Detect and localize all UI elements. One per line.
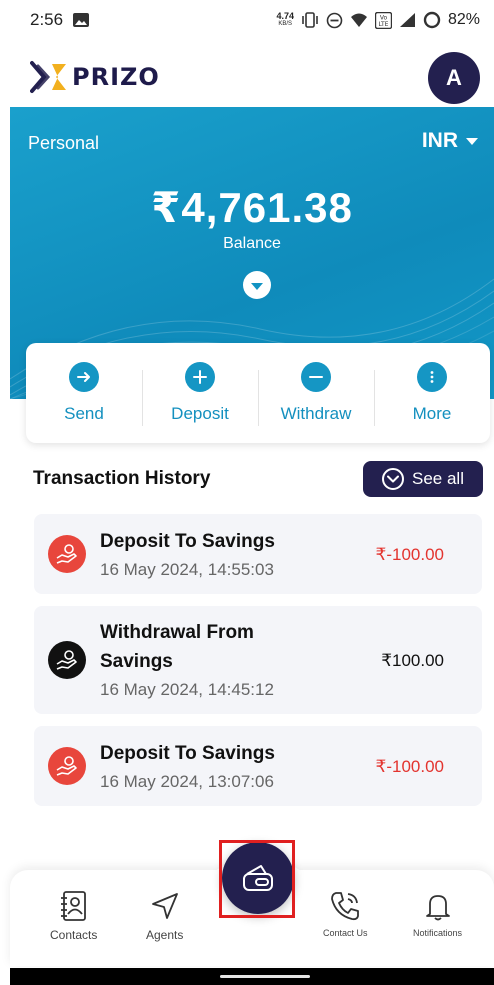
avatar[interactable]: A	[428, 52, 480, 104]
bell-icon	[425, 895, 450, 921]
transaction-history-title: Transaction History	[33, 468, 211, 489]
phone-call-icon	[331, 892, 360, 921]
more-label: More	[412, 404, 452, 423]
nav-agents[interactable]: Agents	[146, 890, 183, 942]
battery-icon	[423, 11, 441, 29]
transaction-title: Withdrawal From Savings	[100, 622, 254, 672]
nav-contacts[interactable]: Contacts	[50, 890, 97, 942]
currency-selector[interactable]: INR	[422, 129, 478, 153]
transaction-amount: ₹100.00	[381, 651, 444, 670]
highlight-box	[219, 840, 295, 918]
more-vertical-icon	[417, 362, 447, 392]
money-hand-icon	[48, 535, 86, 573]
home-indicator[interactable]	[220, 975, 310, 978]
deposit-button[interactable]: Deposit	[142, 362, 258, 426]
deposit-label: Deposit	[171, 404, 229, 423]
transaction-date: 16 May 2024, 14:55:03	[100, 560, 274, 579]
status-bar: 2:56 4.74 KB/S Vo LTE 82%	[0, 0, 494, 40]
nav-contact-us-label: Contact Us	[323, 928, 368, 938]
see-all-button[interactable]: See all	[363, 461, 483, 497]
chevron-down-icon	[466, 137, 478, 145]
quick-actions: Send Deposit Withdraw More	[26, 343, 490, 443]
send-button[interactable]: Send	[26, 362, 142, 424]
plus-icon	[185, 362, 215, 392]
money-hand-icon	[48, 747, 86, 785]
account-type-label: Personal	[28, 133, 100, 153]
minus-icon	[301, 362, 331, 392]
nav-notifications[interactable]: Notifications	[413, 890, 462, 938]
volte-icon: VoLTE	[374, 11, 392, 29]
send-arrow-icon	[151, 893, 178, 919]
net-speed: 4.74 KB/S	[276, 11, 294, 28]
transaction-amount: ₹-100.00	[375, 545, 444, 564]
transaction-amount: ₹-100.00	[375, 757, 444, 776]
transaction-title: Deposit To Savings	[100, 743, 275, 764]
app-header: PRIZO A	[0, 48, 494, 106]
chevron-down-icon	[251, 283, 263, 290]
transaction-date: 16 May 2024, 14:45:12	[100, 680, 274, 699]
transaction-item[interactable]: Withdrawal From Savings 16 May 2024, 14:…	[34, 606, 482, 714]
transaction-date: 16 May 2024, 13:07:06	[100, 772, 274, 791]
status-time: 2:56	[30, 10, 64, 29]
expand-balance-button[interactable]	[243, 271, 271, 299]
wifi-icon	[350, 13, 367, 27]
signal-icon	[399, 13, 415, 27]
nav-contact-us[interactable]: Contact Us	[323, 890, 368, 938]
logo-text: PRIZO	[72, 63, 160, 91]
balance-amount: ₹4,761.38	[151, 184, 353, 231]
nav-agents-label: Agents	[146, 928, 184, 942]
gallery-notification-icon	[73, 13, 90, 27]
gesture-bar	[10, 968, 494, 985]
prizo-logo[interactable]: PRIZO	[30, 60, 160, 94]
svg-text:LTE: LTE	[378, 21, 388, 28]
nav-contacts-label: Contacts	[50, 928, 98, 942]
more-button[interactable]: More	[374, 362, 490, 426]
withdraw-label: Withdraw	[280, 404, 352, 423]
prizo-logo-mark-icon	[30, 61, 66, 93]
arrow-right-icon	[69, 362, 99, 392]
nav-notifications-label: Notifications	[413, 928, 463, 938]
transaction-title: Deposit To Savings	[100, 531, 275, 552]
vibrate-icon	[302, 12, 318, 28]
contacts-book-icon	[60, 891, 86, 921]
chevron-down-circle-icon	[382, 468, 404, 490]
do-not-disturb-icon	[326, 12, 343, 28]
send-label: Send	[64, 404, 104, 423]
transaction-item[interactable]: Deposit To Savings 16 May 2024, 14:55:03…	[34, 514, 482, 594]
transaction-item[interactable]: Deposit To Savings 16 May 2024, 13:07:06…	[34, 726, 482, 806]
balance-label: Balance	[223, 235, 281, 252]
withdraw-button[interactable]: Withdraw	[258, 362, 374, 426]
money-hand-icon	[48, 641, 86, 679]
battery-percent: 82%	[447, 11, 480, 28]
see-all-label: See all	[412, 469, 464, 488]
currency-label: INR	[421, 129, 458, 152]
